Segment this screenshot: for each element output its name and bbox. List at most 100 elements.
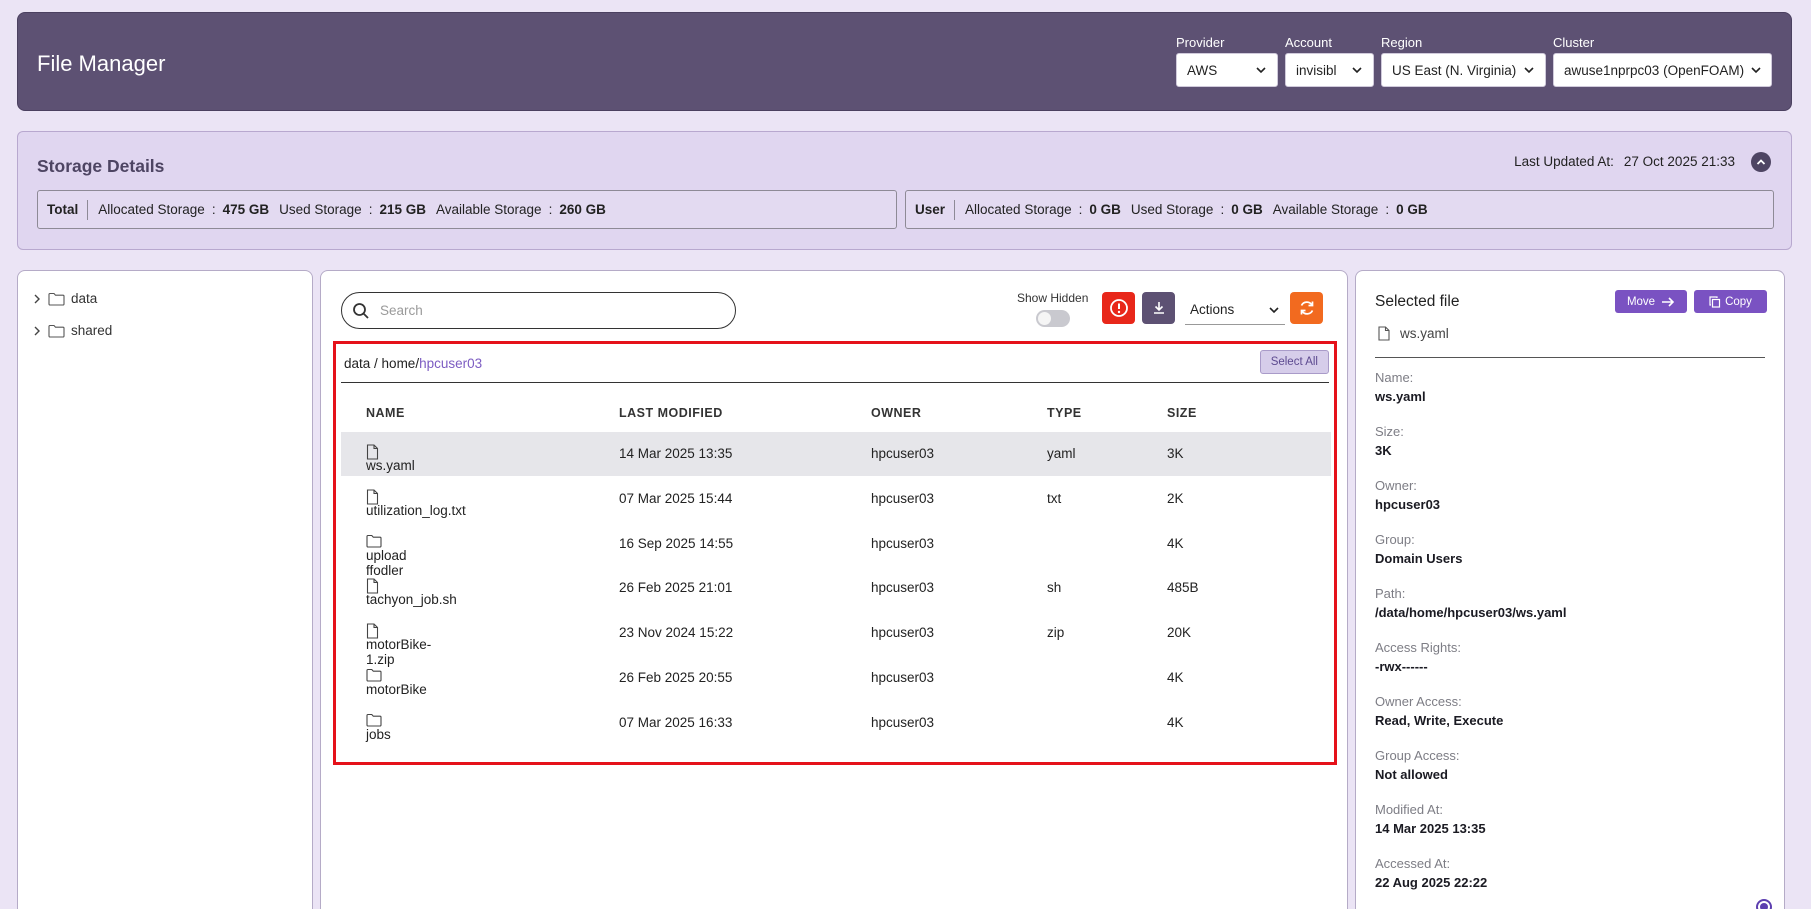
alert-button[interactable] [1102,292,1135,324]
owner-cell: hpcuser03 [871,580,935,596]
refresh-button[interactable] [1290,292,1323,324]
user-allocated-label: Allocated Storage [965,202,1072,217]
column-header-owner[interactable]: OWNER [871,406,921,420]
breadcrumb-data[interactable]: data [344,356,370,371]
refresh-icon [1300,301,1313,315]
select-all-button[interactable]: Select All [1259,350,1329,374]
user-available-value: 0 GB [1396,202,1428,217]
user-used-label: Used Storage [1130,202,1214,217]
separator: : [1078,202,1083,217]
tree-item-shared[interactable]: shared [32,323,112,338]
file-name-cell[interactable]: utilization_log.txt [366,489,466,518]
user-available-label: Available Storage [1272,202,1379,217]
file-list-area: data / home/hpcuser03 Select All NAME LA… [333,341,1337,765]
file-name-cell[interactable]: upload ffodler [366,534,407,578]
file-name: utilization_log.txt [366,502,466,518]
cluster-label: Cluster [1553,35,1595,50]
property-label: Name: [1375,370,1414,385]
property-label: Group: [1375,532,1415,547]
last-updated: Last Updated At: 27 Oct 2025 21:33 [1514,154,1735,169]
owner-cell: hpcuser03 [871,625,935,641]
account-select[interactable]: invisibl [1285,53,1374,87]
modified-cell: 07 Mar 2025 15:44 [619,490,733,506]
search-box[interactable] [341,292,736,329]
size-cell: 4K [1167,670,1184,685]
folder-icon [48,324,65,338]
tree-item-label: data [71,291,98,306]
storage-user-box: User Allocated Storage : 0 GB Used Stora… [905,190,1774,229]
tree-item-data[interactable]: data [32,291,97,306]
cluster-select[interactable]: awuse1nprpc03 (OpenFOAM) [1553,53,1772,87]
breadcrumb-home[interactable]: home/ [382,356,420,371]
type-cell: txt [1047,490,1062,506]
property-label: Size: [1375,424,1404,439]
cluster-group: Cluster awuse1nprpc03 (OpenFOAM) [1553,35,1772,87]
region-select[interactable]: US East (N. Virginia) [1381,53,1546,87]
breadcrumb-current: hpcuser03 [419,356,483,371]
property-item: Owner Access: Read, Write, Execute [1375,694,1503,728]
search-input[interactable] [380,303,710,318]
property-value: 14 Mar 2025 13:35 [1375,821,1486,836]
account-label: Account [1285,35,1332,50]
column-header-size[interactable]: SIZE [1167,406,1197,420]
storage-user-tag: User [915,199,956,220]
size-cell: 20K [1167,625,1192,641]
arrow-right-icon [1662,296,1675,307]
copy-icon [1709,295,1721,308]
move-button[interactable]: Move [1615,290,1687,313]
column-header-name[interactable]: NAME [366,406,405,420]
chevron-right-icon[interactable] [32,293,42,305]
show-hidden-toggle[interactable] [1035,310,1070,327]
file-name-cell[interactable]: motorBike [366,668,427,697]
owner-cell: hpcuser03 [871,490,935,506]
last-updated-label: Last Updated At: [1514,154,1614,169]
copy-button[interactable]: Copy [1694,290,1767,313]
total-allocated-label: Allocated Storage [98,202,205,217]
tree-item-label: shared [71,323,113,338]
column-header-modified[interactable]: LAST MODIFIED [619,406,723,420]
show-hidden-control: Show Hidden [1017,291,1088,327]
modified-cell: 07 Mar 2025 16:33 [619,714,733,730]
property-label: Owner: [1375,478,1417,493]
property-label: Owner Access: [1375,694,1462,709]
property-value: Domain Users [1375,551,1463,566]
modified-cell: 26 Feb 2025 21:01 [619,580,733,596]
chevron-right-icon[interactable] [32,325,42,337]
provider-label: Provider [1176,35,1225,50]
separator: : [368,202,373,217]
size-cell: 485B [1167,580,1199,596]
actions-dropdown[interactable]: Actions [1185,295,1285,325]
column-header-type[interactable]: TYPE [1047,406,1082,420]
storage-total-tag: Total [47,199,89,220]
table-row[interactable]: upload ffodler 16 Sep 2025 14:55 hpcuser03… [341,522,1331,578]
file-icon [1378,326,1390,341]
table-row[interactable]: ws.yaml 14 Mar 2025 13:35 hpcuser03 yaml 3K [341,432,1331,476]
property-value: Read, Write, Execute [1375,713,1504,728]
breadcrumb-separator: / [370,356,382,371]
provider-select[interactable]: AWS [1176,53,1278,87]
divider [341,382,1329,383]
search-icon [353,302,369,319]
table-row[interactable]: utilization_log.txt 07 Mar 2025 15:44 hpcu… [341,477,1331,521]
radio-indicator[interactable] [1756,899,1772,909]
app-title: File Manager [37,51,166,76]
file-name-cell[interactable]: tachyon_job.sh [366,578,457,607]
property-item: Path: /data/home/hpcuser03/ws.yaml [1375,586,1566,620]
property-value: ws.yaml [1375,389,1426,404]
total-allocated-value: 475 GB [222,202,270,217]
download-button[interactable] [1142,292,1175,324]
table-row[interactable]: motorBike 26 Feb 2025 20:55 hpcuser03 4K [341,656,1331,700]
property-item: Modified At: 14 Mar 2025 13:35 [1375,802,1486,836]
collapse-button[interactable] [1751,152,1771,172]
file-name-cell[interactable]: motorBike-1.zip [366,623,431,667]
breadcrumb: data / home/hpcuser03 [344,356,482,371]
table-row[interactable]: motorBike-1.zip 23 Nov 2024 15:22 hpcuser0… [341,611,1331,667]
table-row[interactable]: tachyon_job.sh 26 Feb 2025 21:01 hpcuser03… [341,566,1331,610]
file-name-cell[interactable]: jobs [366,713,391,742]
account-value: invisibl [1296,62,1337,78]
type-cell: sh [1047,580,1062,596]
separator: : [1220,202,1225,217]
file-name-cell[interactable]: ws.yaml [366,444,415,473]
provider-group: Provider AWS [1176,35,1278,87]
table-row[interactable]: jobs 07 Mar 2025 16:33 hpcuser03 4K [341,701,1331,745]
